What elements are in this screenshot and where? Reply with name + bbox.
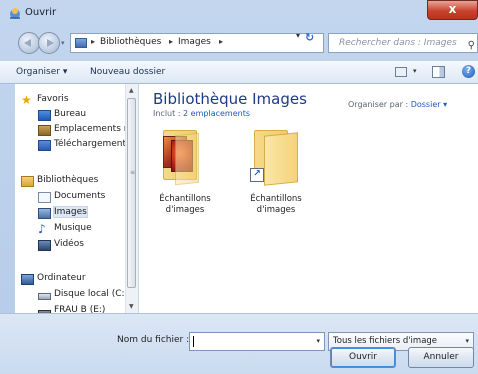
arrange-by-dropdown[interactable]: Dossier ▾ — [411, 100, 447, 109]
window-title: Ouvrir — [25, 7, 57, 18]
breadcrumb-libraries[interactable]: Bibliothèques — [100, 37, 161, 47]
address-bar[interactable]: ▸ Bibliothèques ▸ Images ▸ — [70, 33, 324, 53]
star-icon: ★ — [21, 93, 32, 107]
navigation-scrollbar[interactable]: ▲ ≡ ▼ — [125, 84, 138, 313]
library-includes: Inclut : 2 emplacements — [153, 109, 251, 118]
arrange-by: Organiser par : Dossier ▾ — [348, 100, 448, 109]
scroll-up-icon[interactable]: ▲ — [129, 87, 134, 94]
search-placeholder: Rechercher dans : Images — [339, 38, 457, 48]
videos-icon — [38, 240, 51, 251]
grip-icon: ≡ — [130, 169, 136, 176]
folder-label: Échantillons d'images — [159, 194, 211, 215]
filename-label: Nom du fichier : — [117, 335, 190, 345]
documents-icon — [38, 192, 51, 203]
folder-item[interactable]: Échantillons d'images — [145, 130, 225, 240]
app-icon — [8, 6, 22, 20]
navigation-pane: ★ Favoris Bureau Emplacements ré Télécha… — [15, 84, 139, 313]
pictures-icon — [38, 208, 51, 219]
new-folder-button[interactable]: Nouveau dossier — [90, 67, 165, 77]
preview-pane-icon[interactable] — [432, 66, 445, 78]
search-input[interactable]: Rechercher dans : Images ⚲ — [328, 33, 478, 53]
downloads-icon — [38, 140, 51, 151]
command-toolbar: Organiser ▾ Nouveau dossier ▾ ? — [0, 60, 478, 84]
help-icon[interactable]: ? — [462, 65, 475, 78]
folder-icon: ↗ — [250, 130, 298, 186]
title-bar: Ouvrir x — [0, 0, 478, 26]
breadcrumb-separator-icon[interactable]: ▸ — [219, 37, 223, 46]
change-view-icon[interactable] — [395, 67, 407, 77]
history-dropdown-icon[interactable]: ▾ — [61, 39, 65, 47]
organize-menu[interactable]: Organiser ▾ — [16, 67, 67, 77]
address-dropdown-icon[interactable]: ▾ — [296, 31, 300, 40]
scrollbar-thumb[interactable]: ≡ — [127, 98, 136, 288]
breadcrumb-images[interactable]: Images — [178, 37, 211, 47]
computer-icon — [21, 274, 34, 285]
view-dropdown-icon[interactable]: ▾ — [413, 67, 417, 75]
cancel-button[interactable]: Annuler — [408, 347, 474, 368]
text-caret — [193, 336, 194, 347]
libraries-icon — [21, 176, 34, 187]
open-button[interactable]: Ouvrir — [330, 347, 396, 368]
file-list-pane: Bibliothèque Images Inclut : 2 emplaceme… — [139, 84, 478, 313]
navigation-bar: ▾ ▸ Bibliothèques ▸ Images ▸ ▾ ↻ Recherc… — [0, 26, 478, 60]
search-icon[interactable]: ⚲ — [468, 37, 475, 55]
forward-button[interactable] — [38, 32, 60, 54]
music-icon: ♪ — [38, 222, 46, 236]
dialog-footer: Nom du fichier : ▾ Tous les fichiers d'i… — [0, 313, 478, 374]
library-title: Bibliothèque Images — [153, 90, 307, 108]
filename-input[interactable]: ▾ — [189, 332, 325, 351]
folder-shortcut-item[interactable]: ↗ Échantillons d'images — [236, 130, 316, 240]
scroll-down-icon[interactable]: ▼ — [129, 303, 134, 310]
breadcrumb-separator-icon[interactable]: ▸ — [91, 37, 95, 46]
includes-locations-link[interactable]: 2 emplacements — [183, 109, 250, 118]
back-button[interactable] — [18, 32, 40, 54]
recent-places-icon — [38, 125, 51, 136]
desktop-icon — [38, 110, 51, 121]
filename-dropdown-icon[interactable]: ▾ — [316, 337, 320, 345]
hard-drive-icon — [38, 293, 51, 300]
close-button[interactable]: x — [427, 0, 478, 20]
open-file-dialog: Ouvrir x ▾ ▸ Bibliothèques ▸ Images ▸ ▾ … — [0, 0, 478, 374]
breadcrumb-separator-icon[interactable]: ▸ — [169, 37, 173, 46]
folder-icon — [163, 130, 207, 186]
refresh-icon[interactable]: ↻ — [305, 31, 314, 44]
library-icon — [75, 38, 87, 48]
folder-label: Échantillons d'images — [250, 194, 302, 215]
shortcut-arrow-icon: ↗ — [250, 168, 264, 182]
